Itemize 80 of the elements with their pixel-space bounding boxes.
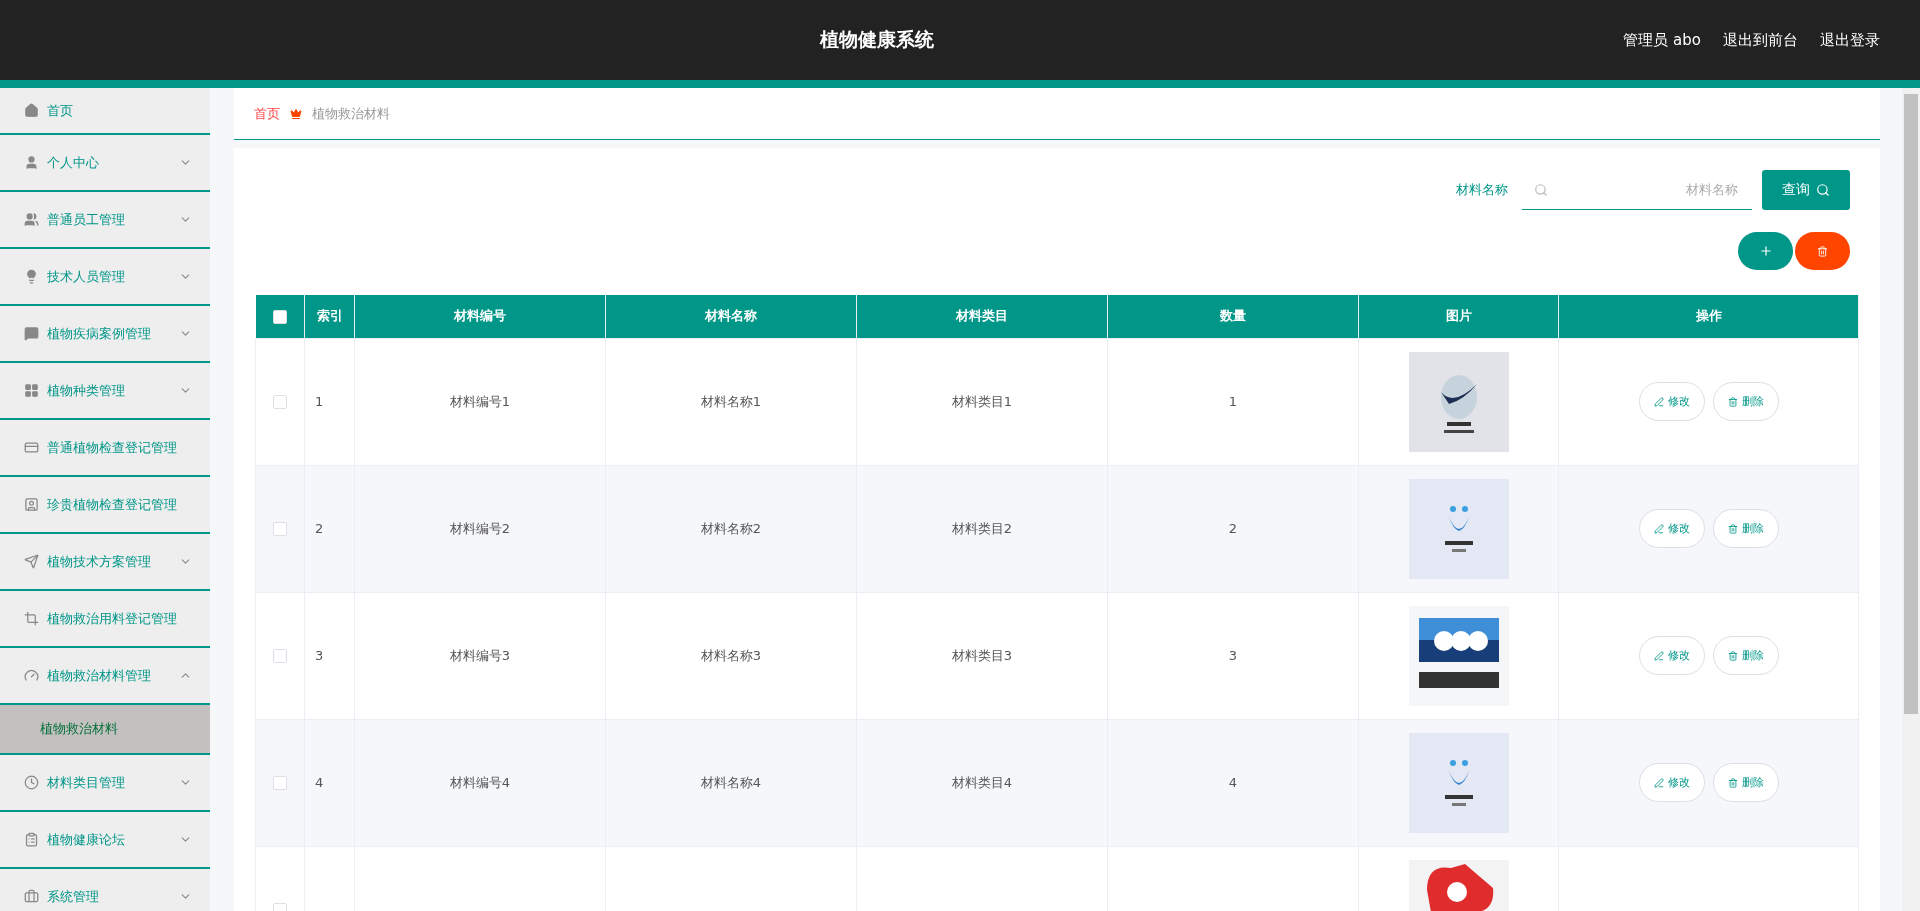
grid-icon <box>24 383 39 398</box>
table-cell: 材料编号2 <box>449 520 511 536</box>
row-checkbox[interactable] <box>273 522 287 537</box>
search-icon <box>1816 183 1830 197</box>
users-icon <box>24 212 39 227</box>
edit-button[interactable]: 修改 <box>1638 763 1705 802</box>
trash-icon <box>1727 396 1738 407</box>
add-button[interactable] <box>1738 232 1793 270</box>
column-header: 材料编号 <box>354 295 606 338</box>
edit-button[interactable]: 修改 <box>1638 509 1705 548</box>
pencil-icon <box>1653 777 1664 788</box>
pencil-icon <box>1653 650 1664 661</box>
table-cell: 2 <box>315 521 324 536</box>
scrollbar[interactable] <box>1902 88 1920 911</box>
search-label: 材料名称 <box>1456 181 1508 199</box>
pencil-icon <box>1653 396 1664 407</box>
remove-button[interactable]: 删除 <box>1712 509 1779 548</box>
search-icon <box>1534 182 1548 197</box>
breadcrumb-current: 植物救治材料 <box>312 104 390 123</box>
app-title: 植物健康系统 <box>818 27 935 52</box>
user-icon <box>24 155 39 170</box>
home-icon <box>24 103 39 118</box>
query-button[interactable]: 查询 <box>1762 170 1850 210</box>
table-cell: 材料名称2 <box>700 520 762 536</box>
remove-button[interactable]: 删除 <box>1712 763 1779 802</box>
header-link[interactable]: 管理员 abo <box>1623 30 1701 50</box>
select-all-checkbox[interactable] <box>272 310 287 324</box>
clipboard-icon <box>24 832 39 847</box>
table-cell: 3 <box>1228 648 1238 663</box>
column-header: 数量 <box>1107 295 1359 338</box>
trash-icon <box>1727 650 1738 661</box>
crop-icon <box>24 611 39 626</box>
briefcase-icon <box>24 889 39 904</box>
column-header: 材料名称 <box>605 295 857 338</box>
crown-icon <box>290 107 302 120</box>
table-cell: 材料类目3 <box>951 647 1013 663</box>
column-header: 图片 <box>1358 295 1559 338</box>
header-link[interactable]: 退出登录 <box>1820 30 1880 50</box>
card-icon <box>24 440 39 455</box>
table-cell: 材料编号1 <box>449 393 511 409</box>
table-cell: 3 <box>315 648 324 663</box>
chat-icon <box>24 326 39 341</box>
table-cell: 2 <box>1228 521 1238 536</box>
column-header: 操作 <box>1558 295 1859 338</box>
table-cell: 材料名称4 <box>700 774 762 790</box>
table-cell: 材料类目1 <box>951 393 1013 409</box>
row-checkbox[interactable] <box>273 395 287 410</box>
table-cell: 4 <box>1228 775 1238 790</box>
lightbulb-icon <box>24 269 39 284</box>
table-cell: 1 <box>1228 394 1238 409</box>
remove-button[interactable]: 删除 <box>1712 382 1779 421</box>
row-checkbox[interactable] <box>273 776 287 791</box>
search-field[interactable]: 材料名称 <box>1522 170 1752 210</box>
trash-icon <box>1727 523 1738 534</box>
table-cell: 材料类目4 <box>951 774 1013 790</box>
column-header: 索引 <box>304 295 355 338</box>
breadcrumb-link[interactable]: 首页 <box>254 104 280 123</box>
table-cell: 1 <box>315 394 324 409</box>
plus-icon <box>1758 244 1773 258</box>
trash-icon <box>1727 777 1738 788</box>
gauge-icon <box>24 668 39 683</box>
delete-button[interactable] <box>1795 232 1850 270</box>
table-cell: 材料类目2 <box>951 520 1013 536</box>
remove-button[interactable]: 删除 <box>1712 636 1779 675</box>
person-card-icon <box>24 497 39 512</box>
trash-icon <box>1817 245 1828 257</box>
row-checkbox[interactable] <box>273 649 287 664</box>
clock-icon <box>24 775 39 790</box>
send-icon <box>24 554 39 569</box>
table-cell: 材料编号4 <box>449 774 511 790</box>
column-header: 材料类目 <box>856 295 1108 338</box>
table-cell: 材料名称3 <box>700 647 762 663</box>
table-cell: 4 <box>315 775 324 790</box>
edit-button[interactable]: 修改 <box>1638 636 1705 675</box>
edit-button[interactable]: 修改 <box>1638 382 1705 421</box>
submenu-item[interactable]: 植物救治材料 <box>0 705 210 755</box>
table-cell: 材料编号3 <box>449 647 511 663</box>
header-link[interactable]: 退出到前台 <box>1723 30 1798 50</box>
pencil-icon <box>1653 523 1664 534</box>
table-cell: 材料名称1 <box>700 393 762 409</box>
